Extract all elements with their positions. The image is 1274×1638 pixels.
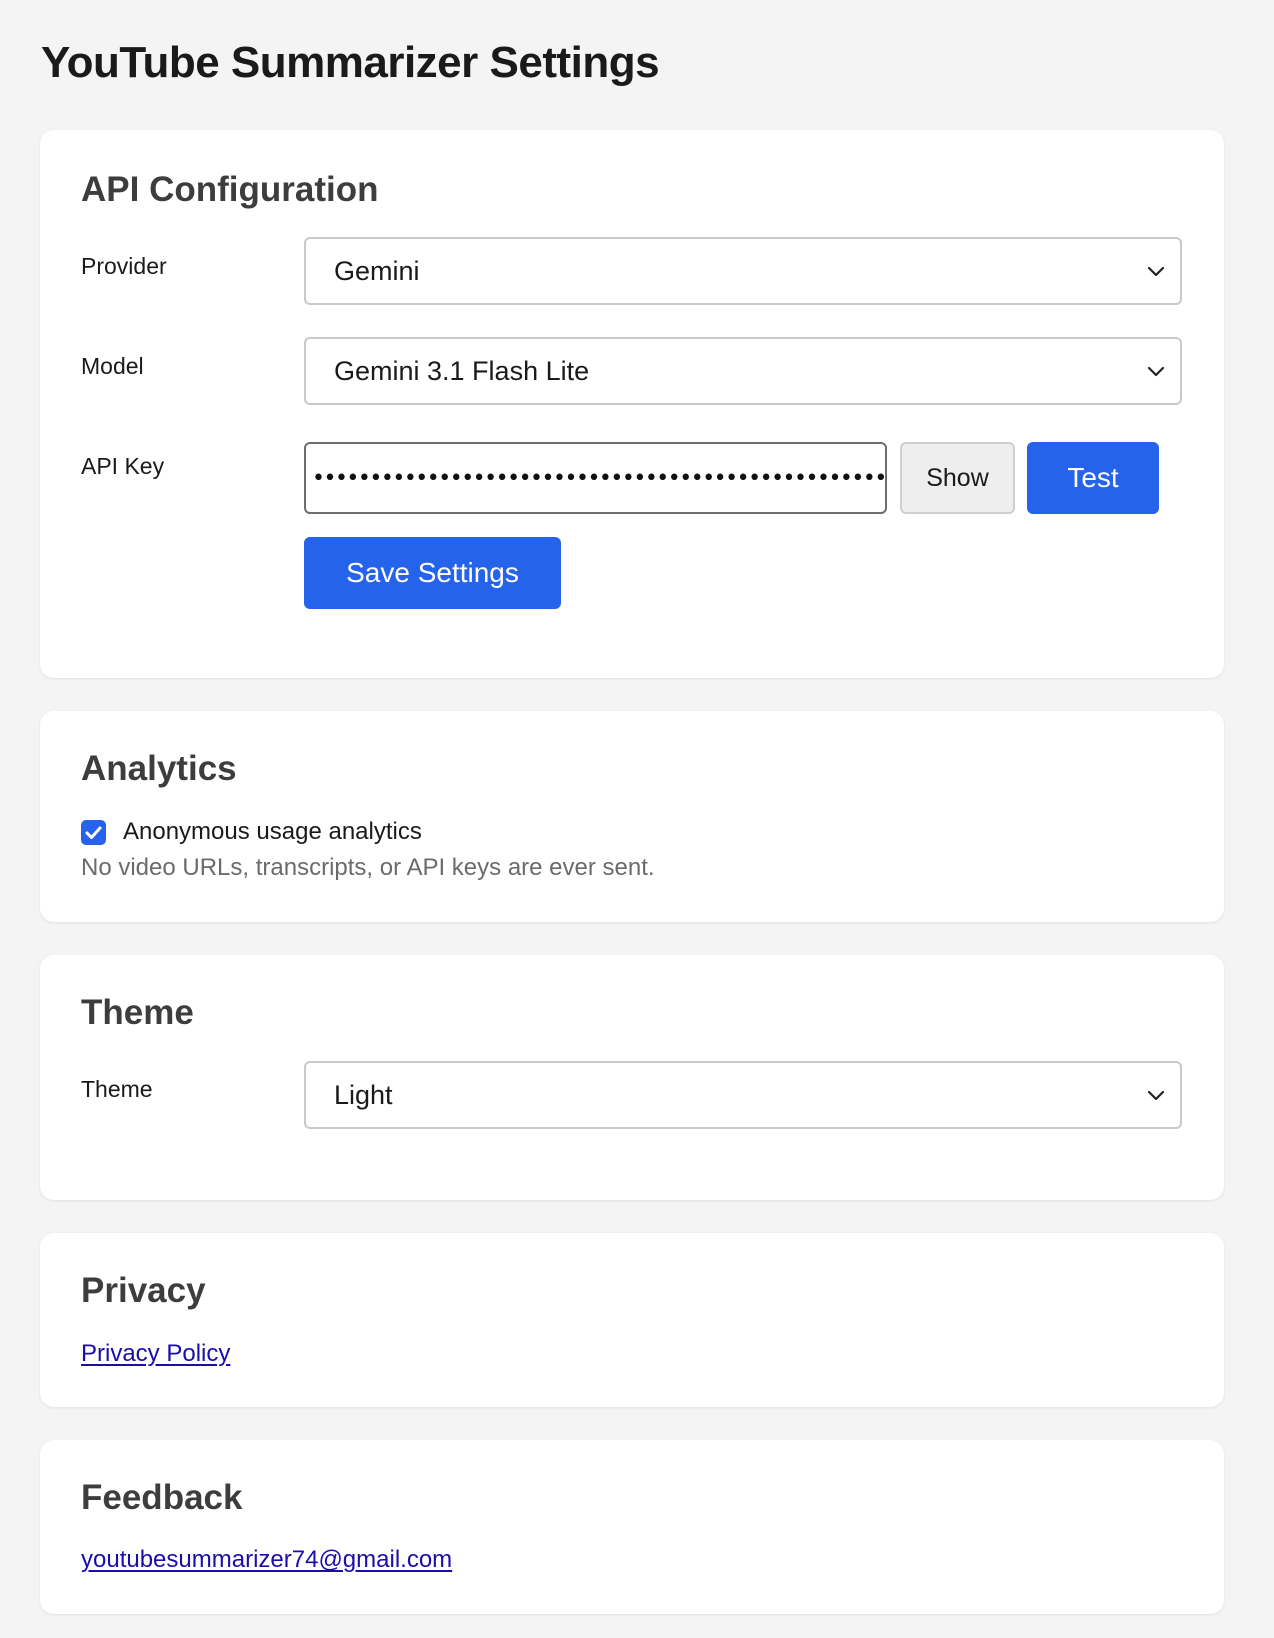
model-label: Model [81,353,144,379]
feedback-email-link[interactable]: youtubesummarizer74@gmail.com [81,1546,452,1574]
chevron-down-icon [1147,1090,1165,1101]
theme-select[interactable]: Light [304,1061,1182,1129]
api-key-input[interactable]: ••••••••••••••••••••••••••••••••••••••••… [304,442,887,514]
theme-select-value: Light [334,1079,393,1110]
privacy-card: Privacy Privacy Policy [40,1233,1224,1407]
provider-label: Provider [81,253,167,279]
api-configuration-card: API Configuration Provider Gemini Model … [40,130,1224,678]
analytics-heading: Analytics [81,749,237,788]
analytics-checkbox[interactable] [81,820,106,845]
test-key-button[interactable]: Test [1027,442,1159,514]
api-key-label: API Key [81,453,165,479]
chevron-down-icon [1147,366,1165,377]
save-settings-button[interactable]: Save Settings [304,537,561,609]
feedback-heading: Feedback [81,1478,243,1517]
show-key-button[interactable]: Show [900,442,1015,514]
feedback-card: Feedback youtubesummarizer74@gmail.com [40,1440,1224,1614]
theme-label: Theme [81,1076,153,1102]
theme-heading: Theme [81,993,194,1032]
model-select-value: Gemini 3.1 Flash Lite [334,355,590,386]
provider-select[interactable]: Gemini [304,237,1182,305]
model-select[interactable]: Gemini 3.1 Flash Lite [304,337,1182,405]
chevron-down-icon [1147,266,1165,277]
checkmark-icon [85,826,102,839]
provider-select-value: Gemini [334,255,420,286]
privacy-heading: Privacy [81,1271,206,1310]
theme-card: Theme Theme Light [40,955,1224,1200]
analytics-note: No video URLs, transcripts, or API keys … [81,854,655,881]
analytics-checkbox-label: Anonymous usage analytics [123,818,422,845]
privacy-policy-link[interactable]: Privacy Policy [81,1340,230,1368]
analytics-card: Analytics Anonymous usage analytics No v… [40,711,1224,922]
page-title: YouTube Summarizer Settings [41,38,660,87]
api-configuration-heading: API Configuration [81,170,379,209]
